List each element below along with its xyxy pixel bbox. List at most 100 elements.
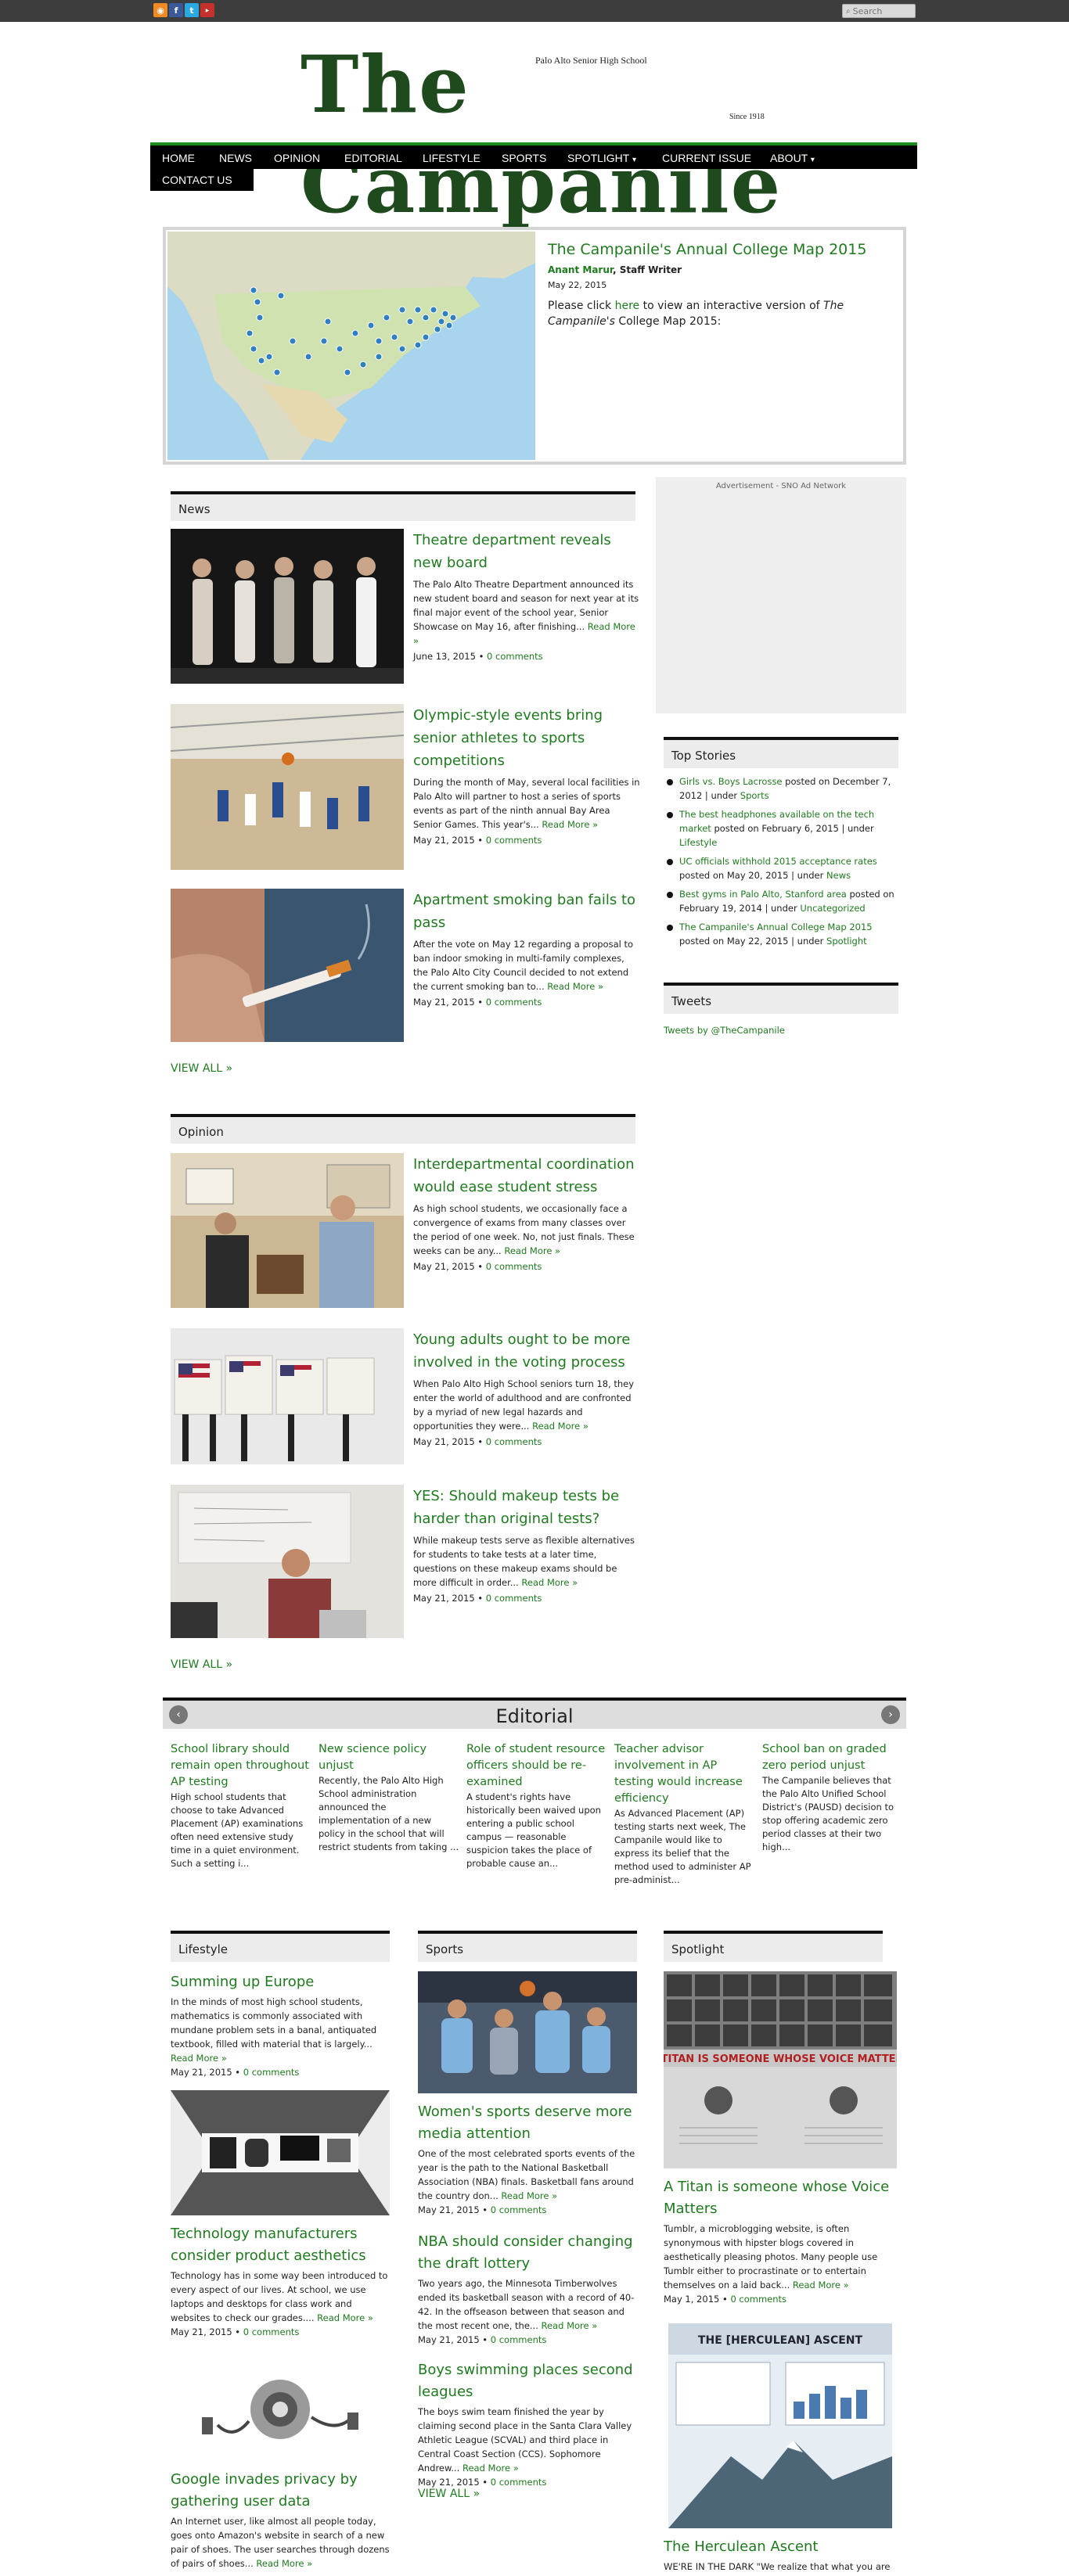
facebook-icon[interactable]: f bbox=[169, 3, 183, 17]
story-title[interactable]: Apartment smoking ban fails to pass bbox=[413, 889, 640, 934]
story-title[interactable]: YES: Should makeup tests be harder than … bbox=[413, 1485, 640, 1530]
opinion-story-image[interactable] bbox=[171, 1153, 404, 1308]
sports-view-all[interactable]: VIEW ALL » bbox=[418, 2488, 480, 2500]
top-story-link[interactable]: Girls vs. Boys Lacrosse bbox=[679, 776, 783, 787]
editorial-title[interactable]: New science policy unjust bbox=[319, 1741, 459, 1774]
read-more-link[interactable]: Read More » bbox=[504, 1245, 560, 1256]
read-more-link[interactable]: Read More » bbox=[463, 2463, 519, 2474]
here-link[interactable]: here bbox=[615, 300, 640, 312]
featured-title[interactable]: The Campanile's Annual College Map 2015 bbox=[548, 241, 892, 258]
news-story-image[interactable] bbox=[171, 529, 404, 684]
story-title[interactable]: A Titan is someone whose Voice Matters bbox=[664, 2176, 897, 2220]
poster-headline: A TITAN IS SOMEONE WHOSE VOICE MATTERS bbox=[664, 2053, 897, 2065]
search-input[interactable] bbox=[852, 5, 908, 16]
nav-sports[interactable]: SPORTS bbox=[502, 152, 546, 164]
opinion-view-all[interactable]: VIEW ALL » bbox=[171, 1658, 232, 1671]
editorial-title[interactable]: School library should remain open throug… bbox=[171, 1741, 311, 1791]
nav-news[interactable]: NEWS bbox=[219, 152, 252, 164]
read-more-link[interactable]: Read More » bbox=[256, 2558, 312, 2569]
nav-about[interactable]: ABOUT ▾ bbox=[770, 152, 815, 164]
nav-current-issue[interactable]: CURRENT ISSUE bbox=[662, 152, 751, 164]
story-title[interactable]: Olympic-style events bring senior athlet… bbox=[413, 704, 640, 772]
story-title[interactable]: Women's sports deserve more media attent… bbox=[418, 2101, 637, 2145]
comments-link[interactable]: 0 comments bbox=[491, 2334, 547, 2345]
ad-slot[interactable]: Advertisement - SNO Ad Network bbox=[656, 477, 906, 713]
nav-home[interactable]: HOME bbox=[162, 152, 195, 164]
chevron-right-icon[interactable]: › bbox=[881, 1705, 900, 1724]
editorial-heading[interactable]: Editorial bbox=[163, 1705, 906, 1727]
news-story-image[interactable] bbox=[171, 704, 404, 870]
category-link[interactable]: Spotlight bbox=[826, 936, 867, 947]
story-excerpt: Tumblr, a microblogging website, is ofte… bbox=[664, 2223, 878, 2290]
lifestyle-story-image[interactable] bbox=[171, 2362, 390, 2464]
sports-story-image[interactable] bbox=[418, 1971, 637, 2093]
editorial-title[interactable]: Role of student resource officers should… bbox=[466, 1741, 607, 1791]
story-title[interactable]: Google invades privacy by gathering user… bbox=[171, 2469, 390, 2513]
comments-link[interactable]: 0 comments bbox=[486, 1436, 542, 1447]
story-title[interactable]: Young adults ought to be more involved i… bbox=[413, 1328, 640, 1374]
youtube-icon[interactable]: ▶ bbox=[200, 3, 214, 17]
lifestyle-story-image[interactable] bbox=[171, 2090, 390, 2215]
comments-link[interactable]: 0 comments bbox=[486, 1593, 542, 1604]
opinion-story-image[interactable] bbox=[171, 1485, 404, 1638]
story-title[interactable]: Interdepartmental coordination would eas… bbox=[413, 1153, 640, 1198]
category-link[interactable]: News bbox=[826, 870, 851, 881]
story-title[interactable]: Technology manufacturers consider produc… bbox=[171, 2223, 390, 2267]
top-story-link[interactable]: Best gyms in Palo Alto, Stanford area bbox=[679, 889, 847, 900]
nav-contact-us[interactable]: CONTACT US bbox=[162, 174, 232, 186]
read-more-link[interactable]: Read More » bbox=[317, 2312, 373, 2323]
news-story-image[interactable] bbox=[171, 889, 404, 1042]
editorial-title[interactable]: School ban on graded zero period unjust bbox=[762, 1741, 903, 1774]
lifestyle-heading[interactable]: Lifestyle bbox=[178, 1942, 228, 1956]
top-story-link[interactable]: The Campanile's Annual College Map 2015 bbox=[679, 922, 873, 932]
category-link[interactable]: Uncategorized bbox=[800, 903, 865, 914]
nav-lifestyle[interactable]: LIFESTYLE bbox=[423, 152, 481, 164]
category-link[interactable]: Sports bbox=[740, 790, 769, 801]
comments-link[interactable]: 0 comments bbox=[491, 2477, 547, 2488]
read-more-link[interactable]: Read More » bbox=[542, 819, 598, 830]
tweets-link[interactable]: Tweets by @TheCampanile bbox=[664, 1025, 785, 1036]
read-more-link[interactable]: Read More » bbox=[547, 981, 603, 992]
story-meta: May 21, 2015 • 0 comments bbox=[413, 1436, 542, 1447]
comments-link[interactable]: 0 comments bbox=[486, 997, 542, 1008]
rss-icon[interactable]: ◉ bbox=[153, 3, 167, 17]
editorial-title[interactable]: Teacher advisor involvement in AP testin… bbox=[614, 1741, 755, 1807]
read-more-link[interactable]: Read More » bbox=[521, 1577, 578, 1588]
comments-link[interactable]: 0 comments bbox=[487, 651, 543, 662]
nav-opinion[interactable]: OPINION bbox=[274, 152, 320, 164]
sports-heading[interactable]: Sports bbox=[426, 1942, 463, 1956]
opinion-heading[interactable]: Opinion bbox=[178, 1125, 224, 1139]
story-title[interactable]: The Herculean Ascent bbox=[664, 2536, 897, 2558]
story-title[interactable]: Theatre department reveals new board bbox=[413, 529, 640, 574]
news-view-all[interactable]: VIEW ALL » bbox=[171, 1062, 232, 1075]
story-title[interactable]: Boys swimming places second leagues bbox=[418, 2359, 637, 2403]
comments-link[interactable]: 0 comments bbox=[486, 835, 542, 846]
nav-editorial[interactable]: EDITORIAL bbox=[344, 152, 402, 164]
spotlight-story-image[interactable]: THE [HERCULEAN] ASCENT bbox=[668, 2323, 892, 2528]
editorial-item-3: Role of student resource officers should… bbox=[466, 1741, 607, 1870]
opinion-story-image[interactable] bbox=[171, 1328, 404, 1464]
comments-link[interactable]: 0 comments bbox=[243, 2067, 300, 2078]
spotlight-story-image[interactable]: A TITAN IS SOMEONE WHOSE VOICE MATTERS bbox=[664, 1971, 897, 2168]
comments-link[interactable]: 0 comments bbox=[243, 2326, 300, 2337]
story-excerpt: As high school students, we occasionally… bbox=[413, 1203, 635, 1256]
author-link[interactable]: Anant Marur bbox=[548, 264, 613, 275]
news-heading[interactable]: News bbox=[178, 502, 211, 516]
comments-link[interactable]: 0 comments bbox=[491, 2204, 547, 2215]
story-title[interactable]: Summing up Europe bbox=[171, 1971, 390, 1993]
nav-spotlight[interactable]: SPOTLIGHT ▾ bbox=[567, 152, 636, 164]
story-title[interactable]: NBA should consider changing the draft l… bbox=[418, 2231, 637, 2275]
read-more-link[interactable]: Read More » bbox=[793, 2280, 849, 2290]
category-link[interactable]: Lifestyle bbox=[679, 837, 717, 848]
comments-link[interactable]: 0 comments bbox=[730, 2294, 786, 2305]
college-map-image[interactable] bbox=[167, 232, 535, 460]
read-more-link[interactable]: Read More » bbox=[542, 2320, 598, 2331]
spotlight-heading[interactable]: Spotlight bbox=[671, 1942, 724, 1956]
twitter-icon[interactable]: t bbox=[185, 3, 199, 17]
top-story-link[interactable]: UC officials withhold 2015 acceptance ra… bbox=[679, 856, 877, 867]
read-more-link[interactable]: Read More » bbox=[532, 1421, 588, 1432]
comments-link[interactable]: 0 comments bbox=[486, 1261, 542, 1272]
read-more-link[interactable]: Read More » bbox=[171, 2053, 227, 2064]
masthead[interactable]: The Campanile Palo Alto Senior High Scho… bbox=[301, 34, 780, 231]
read-more-link[interactable]: Read More » bbox=[501, 2190, 557, 2201]
